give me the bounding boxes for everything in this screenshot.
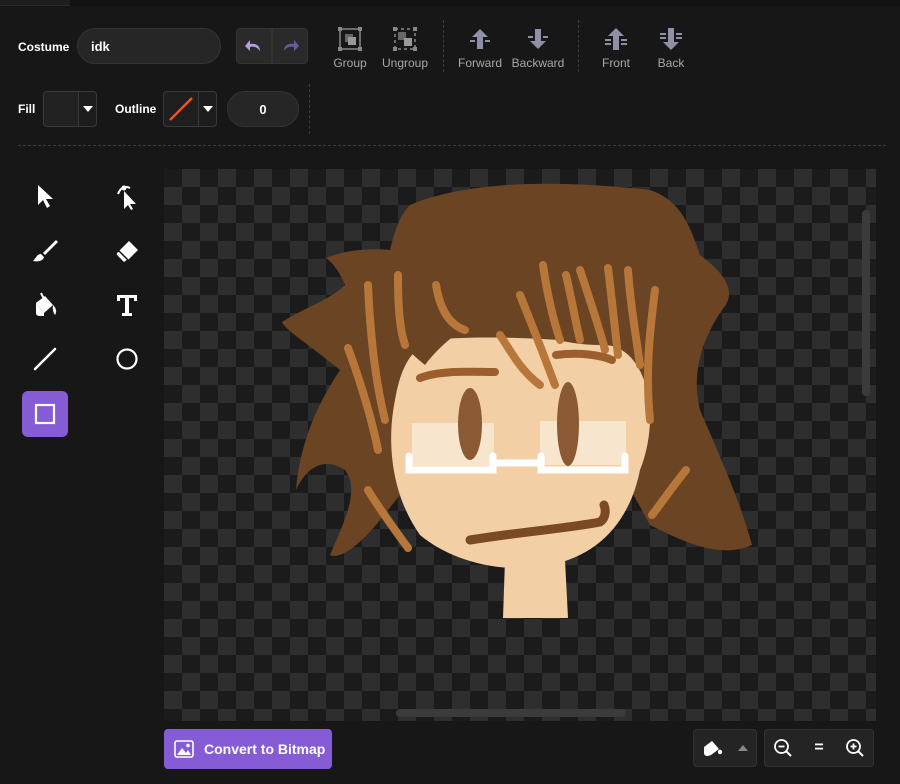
brush-mode-group [693,729,757,767]
outline-label: Outline [115,102,157,116]
back-icon [660,28,682,50]
text-tool[interactable] [104,282,150,328]
zoom-out-button[interactable] [765,730,801,766]
circle-tool-icon [116,348,138,370]
image-icon [174,740,194,758]
fill-label: Fill [18,102,36,116]
brush-tool-icon [33,240,58,262]
toolbar-divider [443,20,444,72]
zoom-out-icon [774,739,792,757]
toolbar-divider [578,20,579,72]
outline-width-input[interactable]: 0 [227,91,299,127]
paint-canvas[interactable] [164,169,876,721]
line-tool[interactable] [22,336,68,382]
chevron-up-icon [738,745,748,751]
chevron-down-icon [82,106,93,112]
ungroup-button[interactable]: Ungroup [375,26,435,70]
reshape-tool-icon [117,185,136,210]
fill-color-swatch[interactable] [43,91,79,127]
fill-dropdown[interactable] [78,91,97,127]
forward-icon [470,29,490,49]
forward-label: Forward [457,56,502,70]
group-label: Group [333,56,367,70]
outline-color-icon [169,97,193,121]
select-tool-icon [38,185,53,208]
forward-button[interactable]: Forward [450,26,510,70]
horizontal-scrollbar[interactable] [396,709,626,717]
fill-tool-icon [36,292,57,316]
top-edge [0,0,900,6]
tab-edge [0,0,70,6]
character-drawing [282,183,752,618]
ungroup-label: Ungroup [381,56,429,70]
zoom-in-icon [846,739,864,757]
outline-dropdown[interactable] [198,91,217,127]
toolbar-separator [18,145,886,146]
eraser-tool-icon [115,241,138,264]
convert-to-bitmap-button[interactable]: Convert to Bitmap [164,729,332,769]
chevron-down-icon [202,106,213,112]
backward-icon [528,29,548,49]
outline-color-swatch[interactable] [163,91,199,127]
mode-toggle-button[interactable] [730,730,756,766]
back-button[interactable]: Back [641,26,701,70]
ungroup-icon [393,27,417,51]
costume-label: Costume [18,40,70,54]
paint-bucket-icon [704,741,723,756]
zoom-in-button[interactable] [837,730,873,766]
rectangle-tool-icon [34,403,56,425]
redo-icon [284,40,299,51]
group-icon [338,27,362,51]
group-button[interactable]: Group [320,26,380,70]
zoom-reset-button[interactable]: = [801,730,837,766]
paint-mode-button[interactable] [694,730,730,766]
front-button[interactable]: Front [586,26,646,70]
front-label: Front [601,56,630,70]
reshape-tool[interactable] [104,173,150,219]
back-label: Back [657,56,685,70]
vertical-scrollbar[interactable] [862,210,870,396]
front-icon [605,28,627,50]
eraser-tool[interactable] [104,228,150,274]
redo-button[interactable] [272,28,308,64]
costume-name-input[interactable]: idk [77,28,221,64]
brush-tool[interactable] [22,228,68,274]
circle-tool[interactable] [104,336,150,382]
text-tool-icon [117,295,137,316]
rectangle-tool[interactable] [22,391,68,437]
undo-icon [245,40,260,51]
line-tool-icon [33,347,57,371]
select-tool[interactable] [22,173,68,219]
zoom-controls: = [764,729,874,767]
backward-label: Backward [511,56,565,70]
backward-button[interactable]: Backward [508,26,568,70]
convert-label: Convert to Bitmap [204,741,326,757]
undo-button[interactable] [236,28,272,64]
fill-tool[interactable] [22,282,68,328]
toolbar-divider [309,84,310,134]
